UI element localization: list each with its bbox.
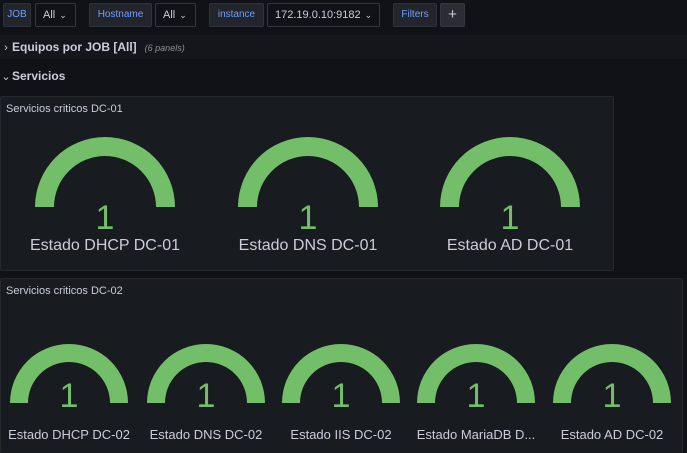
gauge-ad-dc02: 1 Estado AD DC-02: [547, 323, 677, 448]
gauge-label: Estado DHCP DC-01: [30, 237, 180, 254]
chevron-down-icon: ⌄: [364, 10, 373, 20]
panel-title: Servicios criticos DC-01: [6, 103, 123, 115]
gauge-mariadb-dc02: 1 Estado MariaDB D...: [411, 323, 541, 448]
gauge-value: 1: [59, 377, 79, 415]
gauge-value: 1: [298, 199, 318, 237]
chevron-down-icon: ⌄: [179, 10, 187, 20]
row-equipos[interactable]: › Equipos por JOB [All] (6 panels): [0, 35, 687, 59]
gauge-label: Estado DHCP DC-02: [8, 427, 130, 442]
gauge-label: Estado AD DC-02: [560, 427, 664, 442]
instance-variable-value: 172.19.0.10:9182: [275, 9, 361, 21]
hostname-variable-value: All: [163, 9, 176, 21]
row-servicios[interactable]: ⌄Servicios: [0, 64, 687, 88]
gauge-value: 1: [602, 377, 622, 415]
row-servicios-title: Servicios: [12, 69, 66, 83]
gauge-ad-dc01: 1 Estado AD DC-01: [428, 131, 592, 261]
panel-servicios-dc02[interactable]: Servicios criticos DC-02 1 Estado DHCP D…: [0, 278, 683, 453]
gauge-value: 1: [95, 199, 115, 237]
gauge-dhcp-dc01: 1 Estado DHCP DC-01: [23, 131, 187, 261]
filters-button[interactable]: Filters: [393, 3, 437, 27]
add-filter-button[interactable]: +: [440, 3, 465, 27]
gauge-value: 1: [331, 377, 351, 415]
row-equipos-panel-count: (6 panels): [144, 43, 185, 53]
gauge-label: Estado AD DC-01: [446, 237, 574, 254]
panel-servicios-dc01[interactable]: Servicios criticos DC-01 1 Estado DHCP D…: [0, 96, 614, 271]
gauge-dns-dc01: 1 Estado DNS DC-01: [226, 131, 390, 261]
job-variable-value: All: [43, 9, 56, 21]
gauge-label: Estado DNS DC-02: [149, 427, 263, 442]
gauge-dhcp-dc02: 1 Estado DHCP DC-02: [4, 323, 134, 448]
gauge-label: Estado DNS DC-01: [238, 237, 378, 254]
gauge-iis-dc02: 1 Estado IIS DC-02: [276, 323, 406, 448]
gauge-value: 1: [466, 377, 486, 415]
gauge-label: Estado MariaDB D...: [416, 427, 536, 442]
gauge-dns-dc02: 1 Estado DNS DC-02: [141, 323, 271, 448]
instance-variable-label: instance: [209, 3, 264, 27]
chevron-down-icon: ⌄: [59, 10, 67, 20]
job-variable-select[interactable]: All ⌄: [35, 3, 76, 27]
panel-title: Servicios criticos DC-02: [6, 285, 123, 297]
variables-toolbar: JOB All ⌄ Hostname All ⌄ instance 172.19.0…: [0, 0, 687, 33]
plus-icon: +: [448, 6, 457, 23]
hostname-variable-select[interactable]: All ⌄: [155, 3, 196, 27]
gauge-value: 1: [196, 377, 216, 415]
hostname-variable-label: Hostname: [89, 3, 152, 27]
gauge-value: 1: [500, 199, 520, 237]
row-equipos-title: Equipos por JOB [All]: [12, 40, 137, 54]
chevron-right-icon: ›: [4, 42, 8, 54]
gauge-label: Estado IIS DC-02: [290, 427, 392, 442]
chevron-down-icon: ⌄: [1, 71, 11, 83]
instance-variable-select[interactable]: 172.19.0.10:9182 ⌄: [267, 3, 380, 27]
job-variable-label: JOB: [3, 3, 31, 27]
